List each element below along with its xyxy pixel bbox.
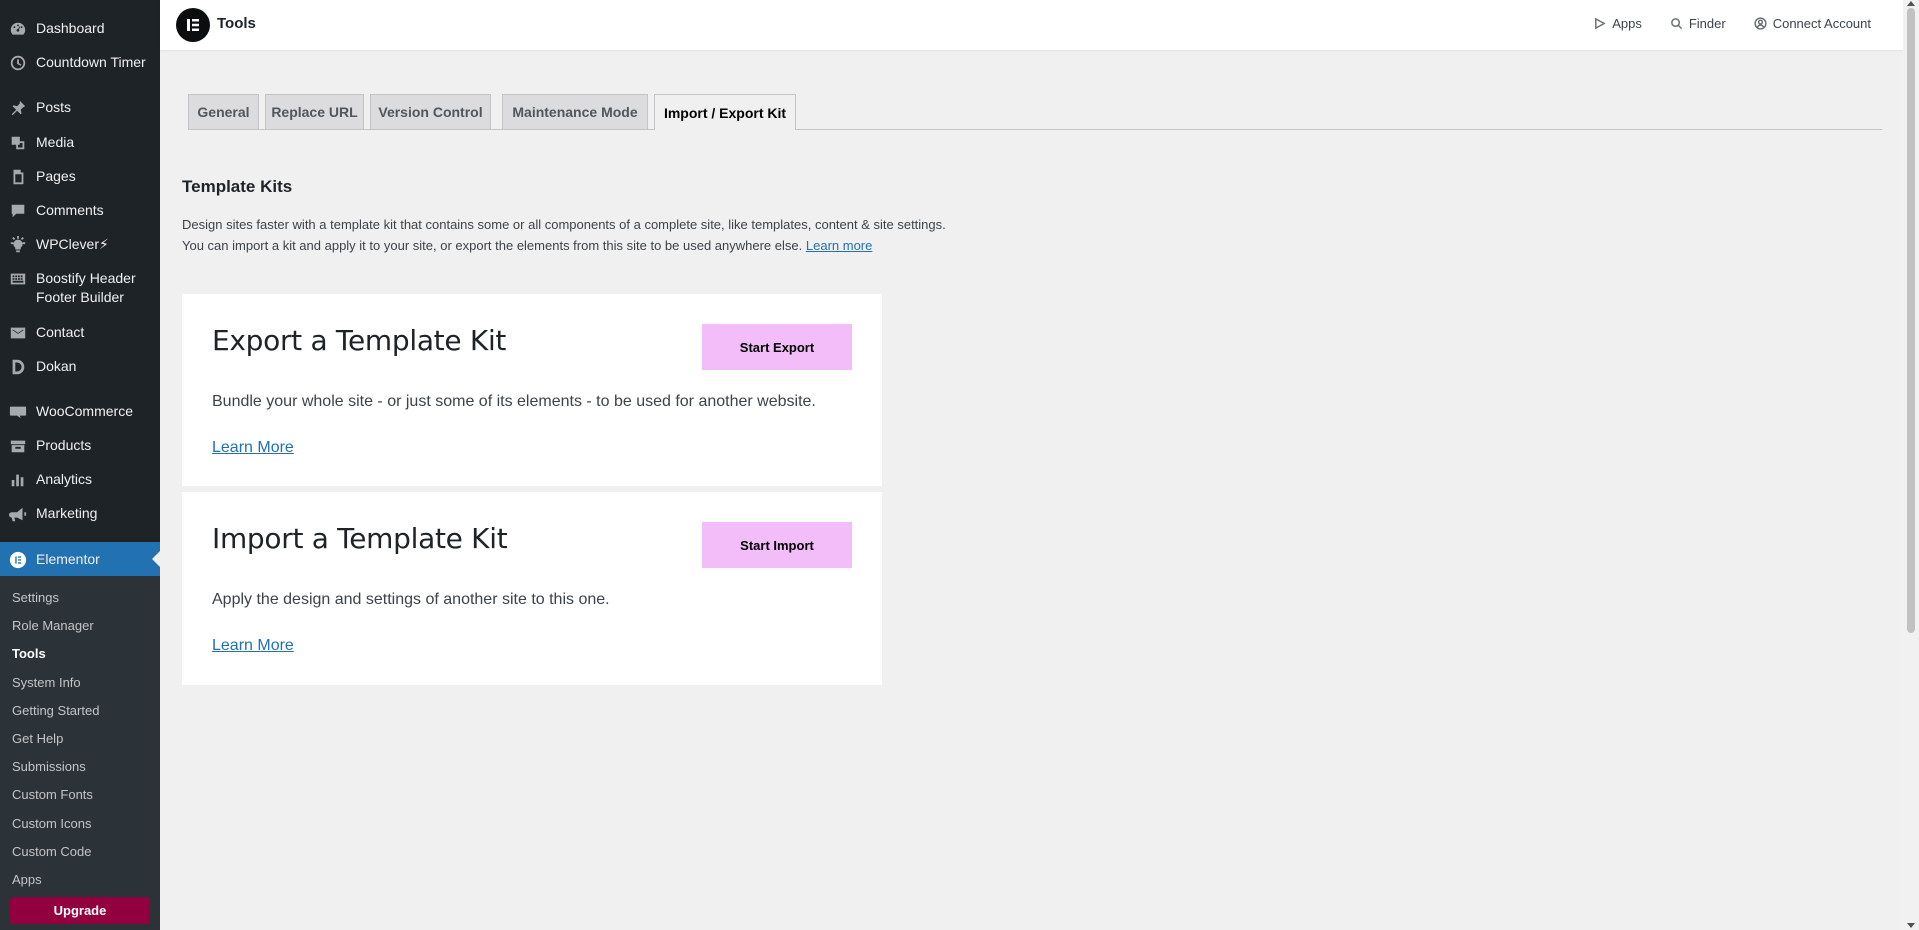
submenu-custom-code[interactable]: Custom Code: [12, 843, 91, 861]
sidebar-item-contact[interactable]: Contact: [0, 323, 160, 342]
box-icon: [0, 436, 36, 455]
dashboard-icon: [0, 19, 36, 38]
sidebar-item-pages[interactable]: Pages: [0, 167, 160, 186]
submenu-tools[interactable]: Tools: [12, 645, 46, 663]
import-card-title: Import a Template Kit: [212, 522, 508, 555]
sidebar-item-woocommerce[interactable]: WooCommerce: [0, 402, 160, 421]
elementor-logo-icon: [176, 8, 210, 42]
tab-general[interactable]: General: [188, 94, 259, 129]
import-kit-card: Import a Template Kit Start Import Apply…: [182, 492, 882, 685]
section-title: Template Kits: [182, 177, 293, 196]
woo-icon: [0, 402, 36, 421]
dokan-icon: [0, 357, 36, 376]
sidebar-item-boostify[interactable]: Boostify Header Footer Builder: [0, 269, 160, 307]
scroll-up-icon[interactable]: [1907, 1, 1915, 6]
top-bar: Tools Apps Finder Connect Account: [160, 0, 1903, 50]
media-icon: [0, 133, 36, 152]
play-icon: [1595, 17, 1606, 30]
tab-maintenance-mode[interactable]: Maintenance Mode: [502, 94, 648, 129]
sidebar-item-wpclever[interactable]: WPClever⚡: [0, 235, 160, 254]
sidebar-item-products[interactable]: Products: [0, 436, 160, 455]
start-import-button[interactable]: Start Import: [702, 522, 852, 568]
grid-icon: [0, 269, 36, 288]
sidebar-item-posts[interactable]: Posts: [0, 98, 160, 117]
page-title: Tools: [217, 15, 256, 32]
pin-icon: [0, 98, 36, 117]
submenu-custom-fonts[interactable]: Custom Fonts: [12, 786, 93, 804]
export-card-title: Export a Template Kit: [212, 324, 507, 357]
tab-import-export-kit[interactable]: Import / Export Kit: [654, 94, 796, 130]
export-kit-card: Export a Template Kit Start Export Bundl…: [182, 294, 882, 486]
comment-icon: [0, 201, 36, 220]
pages-icon: [0, 167, 36, 186]
start-export-button[interactable]: Start Export: [702, 324, 852, 370]
tab-replace-url[interactable]: Replace URL: [265, 94, 364, 129]
elementor-submenu: Settings Role Manager Tools System Info …: [0, 576, 160, 930]
submenu-custom-icons[interactable]: Custom Icons: [12, 815, 91, 833]
submenu-apps[interactable]: Apps: [12, 871, 42, 889]
submenu-role-manager[interactable]: Role Manager: [12, 617, 94, 635]
section-description: Design sites faster with a template kit …: [182, 217, 946, 253]
scroll-thumb[interactable]: [1907, 8, 1915, 633]
tools-tabs: General Replace URL Version Control Main…: [188, 94, 1882, 130]
submenu-getting-started[interactable]: Getting Started: [12, 702, 99, 720]
scroll-down-icon[interactable]: [1907, 923, 1915, 928]
top-actions: Apps Finder Connect Account: [1593, 16, 1871, 31]
sidebar-item-marketing[interactable]: Marketing: [0, 504, 160, 523]
export-card-text: Bundle your whole site - or just some of…: [212, 393, 816, 410]
sidebar-item-dokan[interactable]: Dokan: [0, 357, 160, 376]
import-card-text: Apply the design and settings of another…: [212, 591, 610, 608]
sidebar-item-elementor[interactable]: Elementor: [0, 542, 160, 576]
finder-button[interactable]: Finder: [1670, 16, 1726, 31]
export-learn-more-link[interactable]: Learn More: [212, 439, 294, 457]
submenu-get-help[interactable]: Get Help: [12, 730, 63, 748]
submenu-settings[interactable]: Settings: [12, 589, 59, 607]
sidebar-item-analytics[interactable]: Analytics: [0, 470, 160, 489]
sidebar-item-dashboard[interactable]: Dashboard: [0, 19, 160, 38]
submenu-system-info[interactable]: System Info: [12, 674, 81, 692]
lightbulb-icon: [0, 235, 36, 254]
learn-more-link[interactable]: Learn more: [806, 238, 872, 253]
upgrade-button[interactable]: Upgrade: [10, 897, 150, 924]
admin-sidebar: Dashboard Countdown Timer Posts Media Pa…: [0, 0, 160, 930]
submenu-submissions[interactable]: Submissions: [12, 758, 86, 776]
bar-chart-icon: [0, 470, 36, 489]
sidebar-item-comments[interactable]: Comments: [0, 201, 160, 220]
user-circle-icon: [1754, 17, 1767, 30]
sidebar-item-countdown-timer[interactable]: Countdown Timer: [0, 53, 160, 72]
connect-account-button[interactable]: Connect Account: [1754, 16, 1871, 31]
page-scrollbar[interactable]: [1903, 0, 1919, 930]
apps-button[interactable]: Apps: [1593, 16, 1642, 31]
mail-icon: [0, 323, 36, 342]
clock-icon: [0, 53, 36, 72]
tab-version-control[interactable]: Version Control: [370, 94, 491, 129]
sidebar-item-media[interactable]: Media: [0, 133, 160, 152]
megaphone-icon: [0, 504, 36, 523]
elementor-icon: [0, 550, 36, 569]
search-icon: [1670, 18, 1682, 30]
import-learn-more-link[interactable]: Learn More: [212, 637, 294, 655]
